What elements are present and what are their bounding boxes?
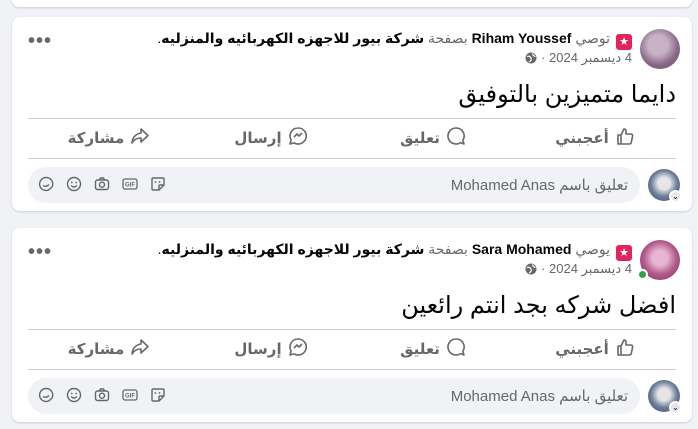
comment-icon: [446, 126, 466, 150]
author-name[interactable]: Riham Youssef: [472, 30, 572, 46]
gif-label: GIF: [125, 183, 135, 189]
comment-composer: ⌄ تعليق باسم Mohamed Anas GIF: [28, 167, 682, 203]
action-bar: أعجبني تعليق إرسال مشاركة: [28, 332, 676, 366]
chevron-down-icon[interactable]: ⌄: [669, 190, 682, 203]
globe-icon: [525, 52, 537, 64]
post-text: افضل شركه بجد انتم رائعين: [401, 292, 676, 319]
chevron-down-icon[interactable]: ⌄: [669, 401, 682, 414]
recommend-verb: توصي: [575, 30, 610, 46]
send-icon: [288, 126, 308, 150]
page-name-link[interactable]: شركة بيور للاجهزه الكهربائيه والمنزليه: [161, 30, 424, 46]
online-status-icon: [637, 269, 648, 280]
send-button[interactable]: إرسال: [190, 332, 352, 366]
post-date[interactable]: 4 ديسمبر 2024: [549, 50, 632, 65]
like-label: أعجبني: [555, 341, 609, 358]
comment-input[interactable]: تعليق باسم Mohamed Anas GIF: [28, 167, 640, 203]
previous-post-card-edge: [12, 0, 692, 7]
share-button[interactable]: مشاركة: [28, 332, 190, 366]
share-label: مشاركة: [67, 341, 125, 358]
via-label: بصفحة: [428, 30, 468, 46]
post-header: ★ يوصي Sara Mohamed بصفحة شركة بيور للاجه…: [158, 240, 632, 261]
camera-icon[interactable]: [94, 176, 110, 192]
gif-label: GIF: [125, 394, 135, 400]
send-icon: [288, 337, 308, 361]
post-date[interactable]: 4 ديسمبر 2024: [549, 261, 632, 276]
share-button[interactable]: مشاركة: [28, 121, 190, 155]
recommend-badge-icon: ★: [616, 34, 632, 50]
comment-icon: [446, 337, 466, 361]
post-meta: 4 ديسمبر 2024 ·: [525, 50, 632, 66]
send-label: إرسال: [234, 341, 282, 358]
like-button[interactable]: أعجبني: [514, 332, 676, 366]
emoji-icon[interactable]: [66, 387, 82, 403]
meta-separator: ·: [541, 261, 546, 276]
more-icon[interactable]: •••: [28, 31, 52, 51]
comment-button[interactable]: تعليق: [352, 332, 514, 366]
author-name[interactable]: Sara Mohamed: [472, 241, 572, 257]
post-text: دايما متميزين بالتوفيق: [458, 81, 676, 108]
via-label: بصفحة: [428, 241, 468, 257]
gif-icon[interactable]: GIF: [122, 387, 138, 403]
gif-icon[interactable]: GIF: [122, 176, 138, 192]
divider: [28, 369, 676, 370]
divider: [28, 329, 676, 330]
more-icon[interactable]: •••: [28, 242, 52, 262]
comment-placeholder: تعليق باسم Mohamed Anas: [450, 177, 628, 194]
globe-icon: [525, 263, 537, 275]
recommend-verb: يوصي: [575, 241, 610, 257]
sticker-icon[interactable]: [150, 387, 166, 403]
avatar-sticker-icon[interactable]: [38, 387, 54, 403]
share-label: مشاركة: [67, 130, 125, 147]
comment-composer: ⌄ تعليق باسم Mohamed Anas GIF: [28, 378, 682, 414]
send-label: إرسال: [234, 130, 282, 147]
like-icon: [615, 337, 635, 361]
post-card: ★ توصي Riham Youssef بصفحة شركة بيور للاج…: [12, 17, 692, 211]
viewer-avatar[interactable]: ⌄: [648, 380, 682, 414]
post-card: ★ يوصي Sara Mohamed بصفحة شركة بيور للاجه…: [12, 228, 692, 422]
divider: [28, 158, 676, 159]
like-button[interactable]: أعجبني: [514, 121, 676, 155]
like-label: أعجبني: [555, 130, 609, 147]
comment-tools: GIF: [38, 387, 166, 403]
author-avatar[interactable]: [640, 29, 680, 69]
send-button[interactable]: إرسال: [190, 121, 352, 155]
share-icon: [130, 126, 150, 150]
comment-placeholder: تعليق باسم Mohamed Anas: [450, 388, 628, 405]
share-icon: [130, 337, 150, 361]
comment-input[interactable]: تعليق باسم Mohamed Anas GIF: [28, 378, 640, 414]
like-icon: [615, 126, 635, 150]
post-meta: 4 ديسمبر 2024 ·: [525, 261, 632, 277]
page-name-link[interactable]: شركة بيور للاجهزه الكهربائيه والمنزليه: [162, 241, 425, 257]
comment-button[interactable]: تعليق: [352, 121, 514, 155]
action-bar: أعجبني تعليق إرسال مشاركة: [28, 121, 676, 155]
avatar-sticker-icon[interactable]: [38, 176, 54, 192]
comment-tools: GIF: [38, 176, 166, 192]
meta-separator: ·: [541, 50, 546, 65]
emoji-icon[interactable]: [66, 176, 82, 192]
sticker-icon[interactable]: [150, 176, 166, 192]
comment-label: تعليق: [400, 341, 440, 358]
divider: [28, 118, 676, 119]
post-header: ★ توصي Riham Youssef بصفحة شركة بيور للاج…: [157, 29, 632, 50]
viewer-avatar[interactable]: ⌄: [648, 169, 682, 203]
comment-label: تعليق: [400, 130, 440, 147]
recommend-badge-icon: ★: [616, 245, 632, 261]
camera-icon[interactable]: [94, 387, 110, 403]
